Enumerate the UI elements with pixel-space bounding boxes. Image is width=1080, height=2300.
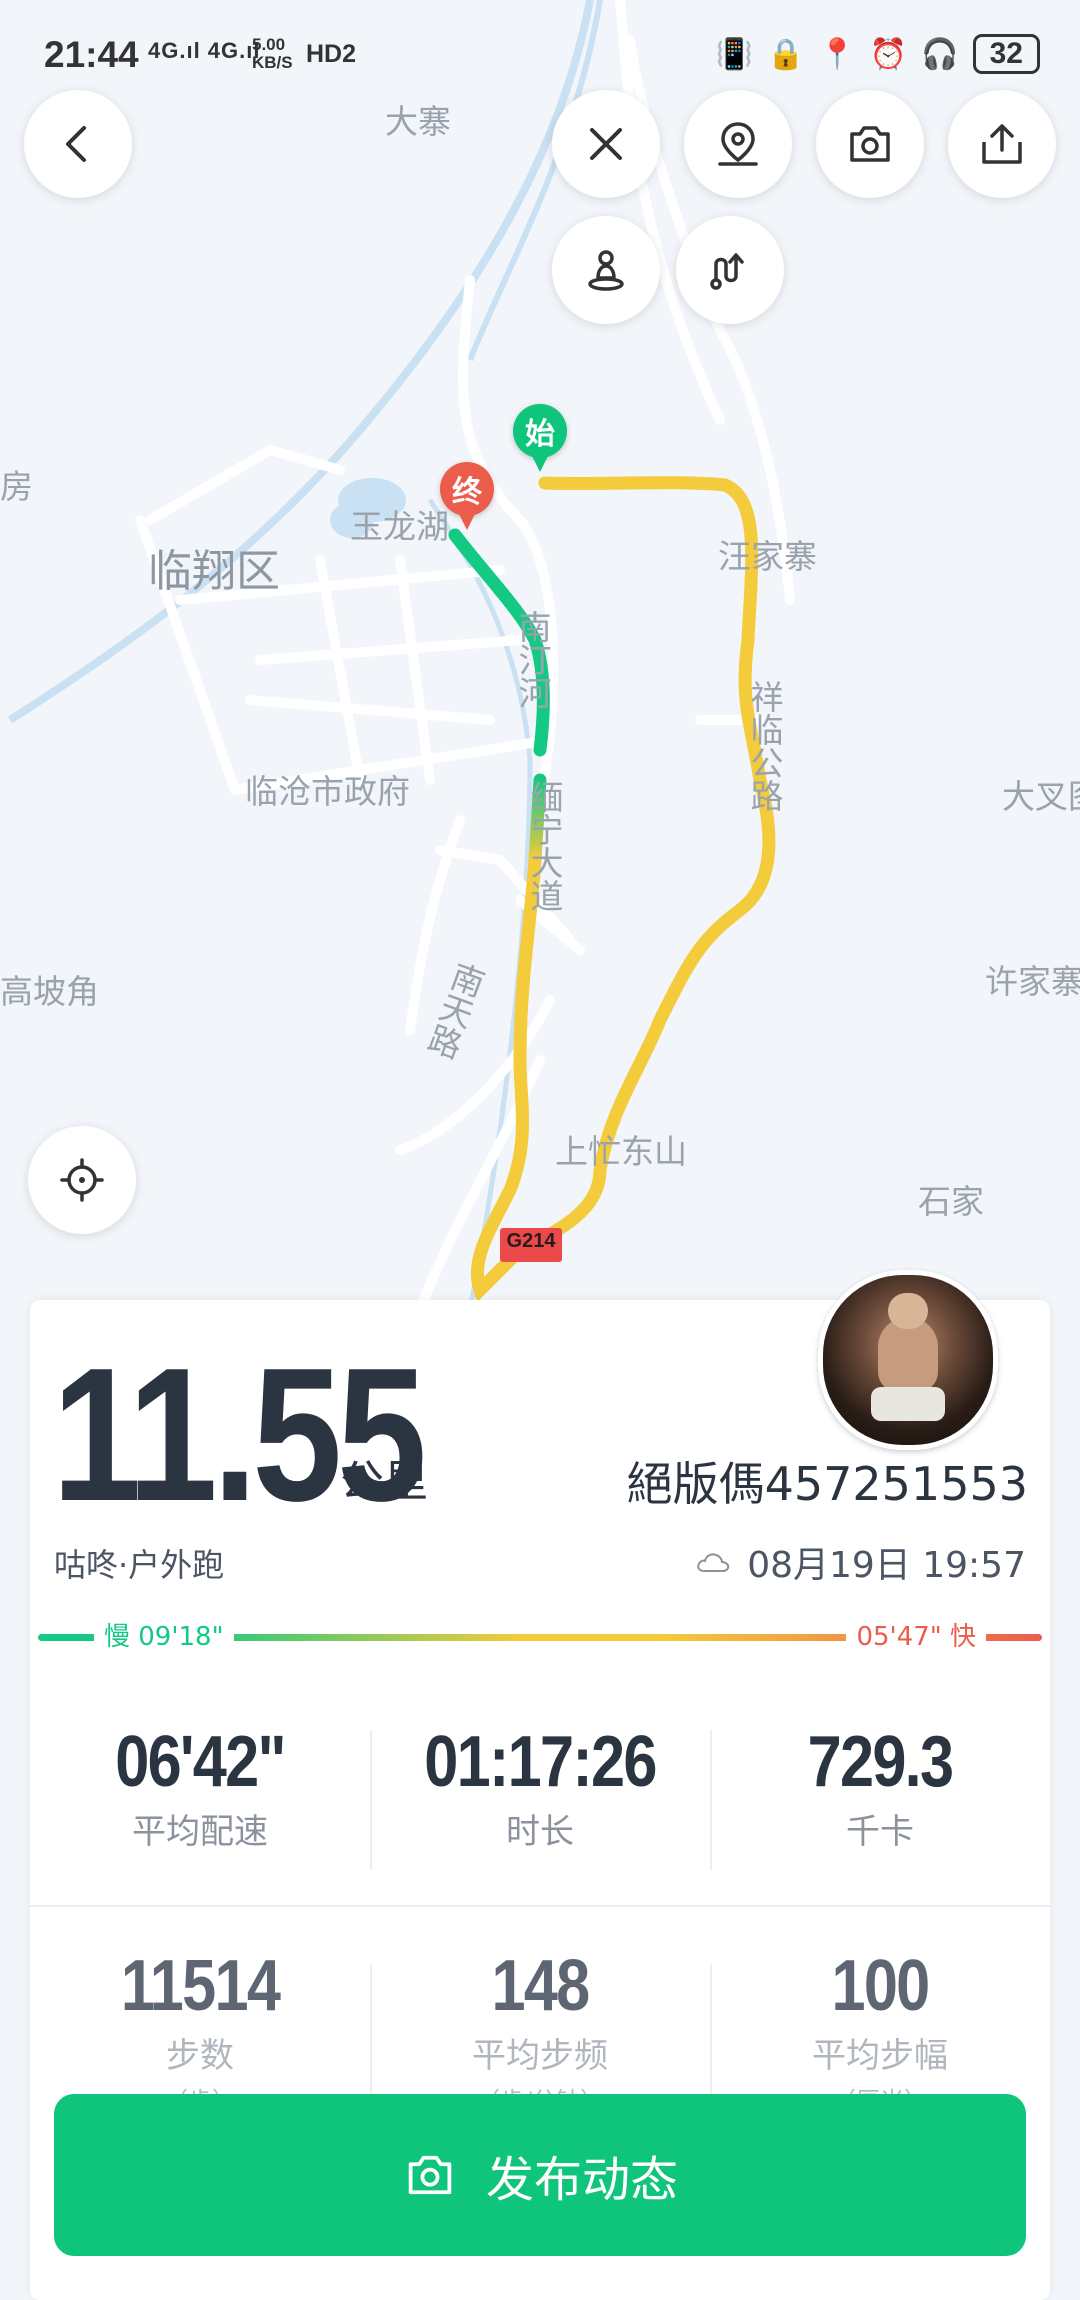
stats-row-secondary: 11514 步数 （步） 148 平均步频 （步/分钟） 100 平均步幅 （厘… [30,1924,1050,2115]
chevron-left-icon [66,126,86,162]
stat-label: 时长 [506,1812,574,1852]
route-map[interactable]: 大寨 房 临翔区 玉龙湖 汪家寨 南汀河 南天路 临沧市政府 缅宁大道 高坡角 … [0,0,1080,1310]
battery-icon: 32 [972,34,1040,74]
stat-cadence: 148 平均步频 （步/分钟） [370,1924,710,2115]
locate-button[interactable] [28,1126,136,1234]
stat-value: 11514 [120,1946,281,2026]
username: 絕版傌457251553 [626,1457,1028,1511]
vibrate-icon: 📳 [715,36,754,72]
stat-value: 01:17:26 [424,1722,657,1802]
cloud-icon [697,1553,730,1572]
avatar[interactable] [818,1270,998,1450]
start-pin[interactable]: 始 [513,404,567,472]
avatar-head [888,1293,928,1329]
stat-calories: 729.3 千卡 [710,1700,1050,1880]
location-pin-icon [718,122,758,166]
camera-icon [408,2155,452,2195]
map-label-dongshan: 上忙东山 [555,1132,687,1171]
stat-value: 729.3 [807,1722,954,1802]
route-icon [710,253,744,290]
stat-label: 千卡 [846,1812,914,1852]
publish-label: 发布动态 [485,2152,678,2208]
pace-legend: 慢 09'18" 05'47" 快 [38,1620,1042,1654]
share-icon [982,124,1022,164]
end-pin[interactable]: 终 [440,462,494,530]
stat-stride: 100 平均步幅 （厘米） [710,1924,1050,2115]
stat-label: 平均步幅 [812,2036,948,2076]
section-divider [30,1905,1050,1907]
start-pin-label: 始 [525,417,555,452]
stat-label: 步数 [166,2036,234,2076]
lock-icon: 🔒 [767,36,805,72]
stat-steps: 11514 步数 （步） [30,1924,370,2115]
route-playback-button[interactable] [676,216,784,324]
stat-label: 平均步频 [472,2036,608,2076]
person-on-map-icon [588,250,624,291]
close-icon [590,128,622,160]
status-time: 21:44 [44,34,139,75]
status-icons: 📳 🔒 📍 ⏰ 🎧 32 [716,34,1040,74]
headphones-icon: 🎧 [921,36,959,72]
network-speed-unit: KB/S [252,53,293,72]
location-icon: 📍 [818,36,856,72]
fast-pace-label: 05'47" 快 [846,1620,986,1654]
person-view-button[interactable] [552,216,660,324]
camera-button[interactable] [816,90,924,198]
map-label-daxing: 大叉图 [1002,777,1080,816]
avatar-diaper [871,1387,945,1421]
stat-value: 06'42" [115,1722,286,1802]
hd-icon: HD2 [306,40,357,68]
map-label-wangjiazhai: 汪家寨 [718,537,817,576]
map-label-government: 临沧市政府 [245,772,410,811]
map-label-xujiazhai: 许家寨 [985,962,1080,1001]
close-button[interactable] [552,90,660,198]
network-speed: 5.00 KB/S [252,36,293,72]
stats-row-primary: 06'42" 平均配速 01:17:26 时长 729.3 千卡 [30,1700,1050,1880]
map-label-fang: 房 [0,467,33,506]
back-button[interactable] [24,90,132,198]
network-speed-value: 5.00 [252,35,286,54]
map-label-gaopojiao: 高坡角 [0,972,99,1011]
end-pin-label: 终 [452,475,482,510]
map-label-highway: 祥临公路 [745,680,784,812]
publish-button[interactable]: 发布动态 [54,2094,1026,2256]
slow-pace-label: 慢 09'18" [94,1620,234,1654]
crosshair-icon [60,1158,104,1202]
stat-value: 100 [831,1946,930,2026]
map-label-yulonghu: 玉龙湖 [350,507,449,546]
datetime-text: 08月19日 19:57 [747,1545,1026,1586]
alarm-icon: ⏰ [869,36,908,72]
stat-label: 平均配速 [132,1812,268,1852]
stat-duration: 01:17:26 时长 [370,1700,710,1880]
stat-value: 148 [491,1946,590,2026]
map-marker-button[interactable] [684,90,792,198]
map-road-sign: G214 [506,1230,556,1252]
status-bar: 21:44 4G.ıl 4G.ıl 5.00 KB/S HD2 📳 🔒 📍 ⏰ 🎧… [0,0,1080,110]
map-label-shijia: 石家 [918,1182,984,1221]
distance-unit: 公里 [340,1456,428,1507]
map-label-nanting-river: 南汀河 [513,610,552,709]
stat-avg-pace: 06'42" 平均配速 [30,1700,370,1880]
camera-icon [850,126,890,162]
share-button[interactable] [948,90,1056,198]
signal-icon: 4G.ıl 4G.ıl [148,38,261,63]
map-label-avenue: 缅宁大道 [525,780,564,912]
workout-datetime: 08月19日 19:57 [695,1536,1026,1588]
activity-source: 咕咚·户外跑 [54,1546,225,1584]
map-label-linxiang: 临翔区 [148,546,280,597]
